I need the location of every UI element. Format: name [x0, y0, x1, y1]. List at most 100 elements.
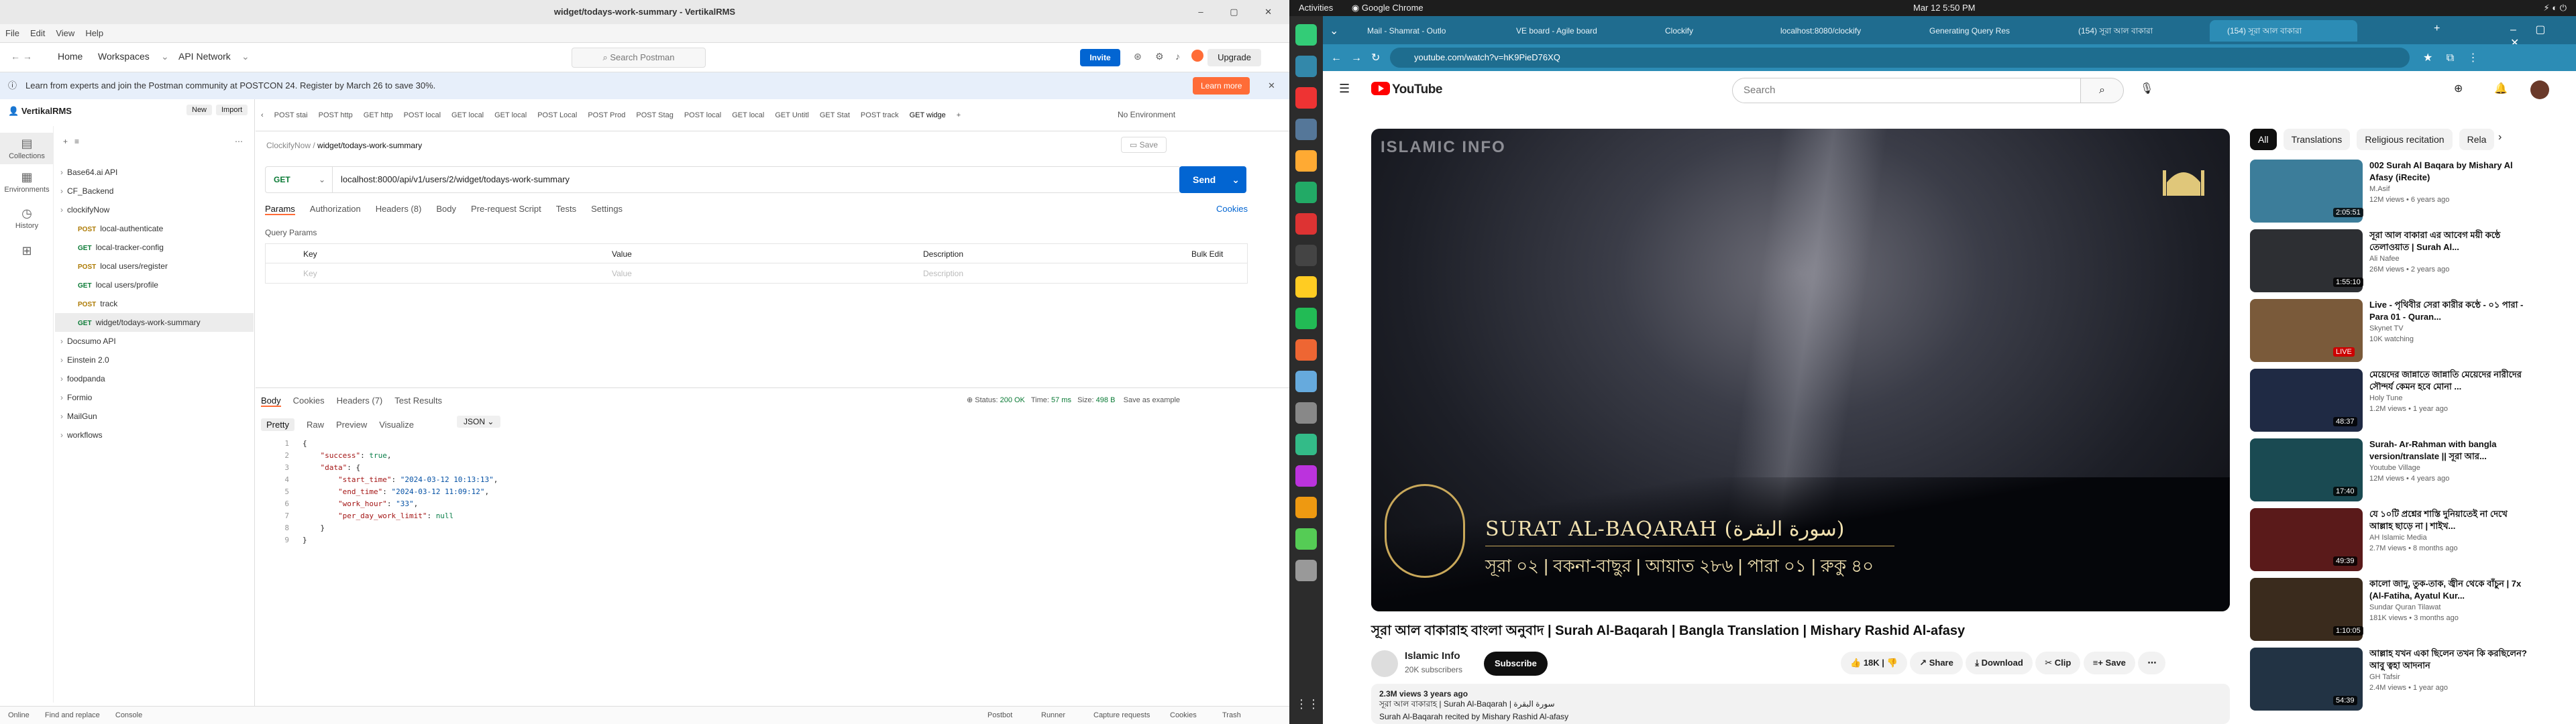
status-find-replace[interactable]: Find and replace: [45, 711, 100, 719]
dock-app-icon[interactable]: [1295, 465, 1317, 487]
collection-item[interactable]: › Formio: [55, 388, 254, 407]
more-button[interactable]: ⋯: [2138, 652, 2166, 674]
url-input[interactable]: localhost:8000/api/v1/users/2/widget/tod…: [341, 167, 570, 192]
dock-app-icon[interactable]: [1295, 182, 1317, 203]
status-cookies[interactable]: Cookies: [1170, 707, 1197, 724]
rail-history[interactable]: ◷ History: [0, 206, 54, 230]
url-bar[interactable]: GET ⌄ localhost:8000/api/v1/users/2/widg…: [265, 166, 1181, 193]
tab-search-icon[interactable]: ⌄: [1330, 24, 1338, 38]
request-tab[interactable]: POST http: [313, 99, 358, 131]
dock-app-icon[interactable]: [1295, 560, 1317, 581]
status-runner[interactable]: Runner: [1041, 707, 1065, 724]
dock-app-icon[interactable]: [1295, 528, 1317, 550]
recommended-title[interactable]: আল্লাহ যখন একা ছিলেন তখন কি করছিলেন? আবু…: [2369, 648, 2530, 672]
satellite-icon[interactable]: ⊛: [1134, 51, 1142, 62]
close-icon[interactable]: ✕: [1268, 72, 1275, 99]
recommended-video[interactable]: 54:39 আল্লাহ যখন একা ছিলেন তখন কি করছিলেন…: [2250, 648, 2532, 711]
activities-button[interactable]: Activities: [1299, 3, 1333, 13]
filter-chip[interactable]: Translations: [2283, 129, 2351, 150]
dock-app-icon[interactable]: [1295, 308, 1317, 329]
status-online[interactable]: Online: [8, 711, 30, 719]
recommended-video[interactable]: 1:55:10 সূরা আল বাকারা এর আবেগ ময়ী কন্ঠে…: [2250, 229, 2532, 292]
view-tab[interactable]: Preview: [336, 420, 367, 430]
url-omnibox[interactable]: youtube.com/watch?v=hK9PieD76XQ: [1390, 48, 2410, 68]
key-input[interactable]: Key: [303, 263, 317, 284]
nav-buttons-icon[interactable]: ←→↻: [1331, 51, 1389, 64]
hamburger-icon[interactable]: ☰: [1339, 82, 1350, 96]
gear-icon[interactable]: ⚙: [1155, 51, 1164, 62]
request-tab[interactable]: POST track: [855, 99, 904, 131]
status-trash[interactable]: Trash: [1222, 707, 1241, 724]
save-button[interactable]: ▭ Save: [1121, 137, 1167, 153]
value-input[interactable]: Value: [612, 263, 632, 284]
collection-item[interactable]: › Einstein 2.0: [55, 351, 254, 369]
learn-more-button[interactable]: Learn more: [1193, 77, 1250, 95]
filter-chip[interactable]: Religious recitation: [2357, 129, 2453, 150]
tab-body[interactable]: Body: [436, 204, 456, 214]
recommended-channel[interactable]: Ali Nafee: [2369, 255, 2400, 263]
new-button[interactable]: New: [186, 105, 213, 115]
request-tab[interactable]: GET local: [446, 99, 489, 131]
save-as-example-link[interactable]: Save as example: [1124, 396, 1180, 404]
browser-tab[interactable]: VE board - Agile board: [1499, 20, 1646, 42]
nav-workspaces[interactable]: Workspaces: [98, 51, 150, 62]
response-tab[interactable]: Headers (7): [337, 396, 383, 406]
avatar[interactable]: [2530, 80, 2549, 99]
dock-app-icon[interactable]: [1295, 245, 1317, 266]
tab-tests[interactable]: Tests: [556, 204, 576, 214]
filter-icon[interactable]: + ≡: [63, 137, 79, 146]
clock[interactable]: Mar 12 5:50 PM: [1913, 0, 1976, 16]
status-capture[interactable]: Capture requests: [1093, 707, 1150, 724]
like-button[interactable]: 👍 18K | 👎: [1841, 652, 1907, 674]
dock-app-icon[interactable]: [1295, 339, 1317, 361]
menu-help[interactable]: Help: [80, 24, 109, 43]
mic-icon[interactable]: 🎙: [2140, 82, 2153, 95]
send-button[interactable]: Send ⌄: [1179, 166, 1246, 193]
recommended-video[interactable]: 49:39 যে ১০টি প্রশ্নের শাস্তি দুনিয়াতেই …: [2250, 508, 2532, 571]
recommended-title[interactable]: 002 Surah Al Baqara by Mishary Al Afasy …: [2369, 160, 2530, 184]
response-tab[interactable]: Body: [261, 396, 281, 407]
tab-params[interactable]: Params: [265, 204, 295, 215]
response-body[interactable]: 1{2 "success": true, 3 "data": {4 "start_…: [265, 438, 1248, 546]
search-input[interactable]: Search: [1732, 78, 2081, 103]
youtube-logo[interactable]: YouTube: [1371, 82, 1442, 97]
dock-app-icon[interactable]: [1295, 434, 1317, 455]
dock-app-icon[interactable]: [1295, 371, 1317, 392]
recommended-title[interactable]: কালো জাদু, তুক-তাক, জ্বীন থেকে বাঁচুন | …: [2369, 578, 2530, 602]
request-tab[interactable]: GET local: [727, 99, 769, 131]
dock-app-icon[interactable]: [1295, 276, 1317, 298]
menu-edit[interactable]: Edit: [25, 24, 50, 43]
nav-api-network[interactable]: API Network: [178, 51, 231, 62]
browser-tab[interactable]: Mail - Shamrat - Outlo: [1350, 20, 1497, 42]
nav-home[interactable]: Home: [58, 51, 83, 62]
menu-file[interactable]: File: [0, 24, 25, 43]
dock-app-icon[interactable]: [1295, 24, 1317, 46]
tabs-prev-icon[interactable]: ‹: [256, 99, 269, 131]
channel-name[interactable]: Islamic Info: [1405, 650, 1460, 662]
collection-item[interactable]: › Docsumo API: [55, 332, 254, 351]
collection-item[interactable]: › workflows: [55, 426, 254, 444]
request-item[interactable]: POST local-authenticate: [55, 219, 254, 238]
subscribe-button[interactable]: Subscribe: [1484, 652, 1548, 676]
request-tab[interactable]: POST Stag: [631, 99, 678, 131]
request-item[interactable]: GET widget/todays-work-summary: [55, 313, 254, 332]
dock-app-icon[interactable]: [1295, 213, 1317, 235]
filter-chip[interactable]: Rela: [2459, 129, 2495, 150]
recommended-title[interactable]: মেয়েদের জান্নাতে জান্নাতি মেয়েদের নারী…: [2369, 369, 2530, 393]
add-tab-icon[interactable]: +: [951, 99, 966, 131]
recommended-video[interactable]: 2:05:51 002 Surah Al Baqara by Mishary Al…: [2250, 160, 2532, 223]
app-menu[interactable]: Google Chrome: [1362, 3, 1424, 13]
request-tab[interactable]: POST Prod: [582, 99, 631, 131]
video-player[interactable]: ISLAMIC INFO SURAT AL-BAQARAH (سورة البق…: [1371, 129, 2230, 611]
recommended-title[interactable]: যে ১০টি প্রশ্নের শাস্তি দুনিয়াতেই না দে…: [2369, 508, 2530, 532]
browser-tab[interactable]: localhost:8080/clockify: [1763, 20, 1911, 42]
request-tab[interactable]: GET local: [489, 99, 532, 131]
browser-tab[interactable]: (154) সূরা আল বাকারা: [2210, 20, 2357, 42]
collection-item[interactable]: › MailGun: [55, 407, 254, 426]
collection-item[interactable]: › CF_Backend: [55, 182, 254, 200]
new-tab-icon[interactable]: +: [2434, 23, 2440, 35]
download-button[interactable]: ⤓ Download: [1966, 652, 2033, 674]
dock-app-icon[interactable]: [1295, 150, 1317, 172]
invite-button[interactable]: Invite: [1080, 49, 1120, 66]
browser-tab[interactable]: Clockify: [1648, 20, 1762, 42]
